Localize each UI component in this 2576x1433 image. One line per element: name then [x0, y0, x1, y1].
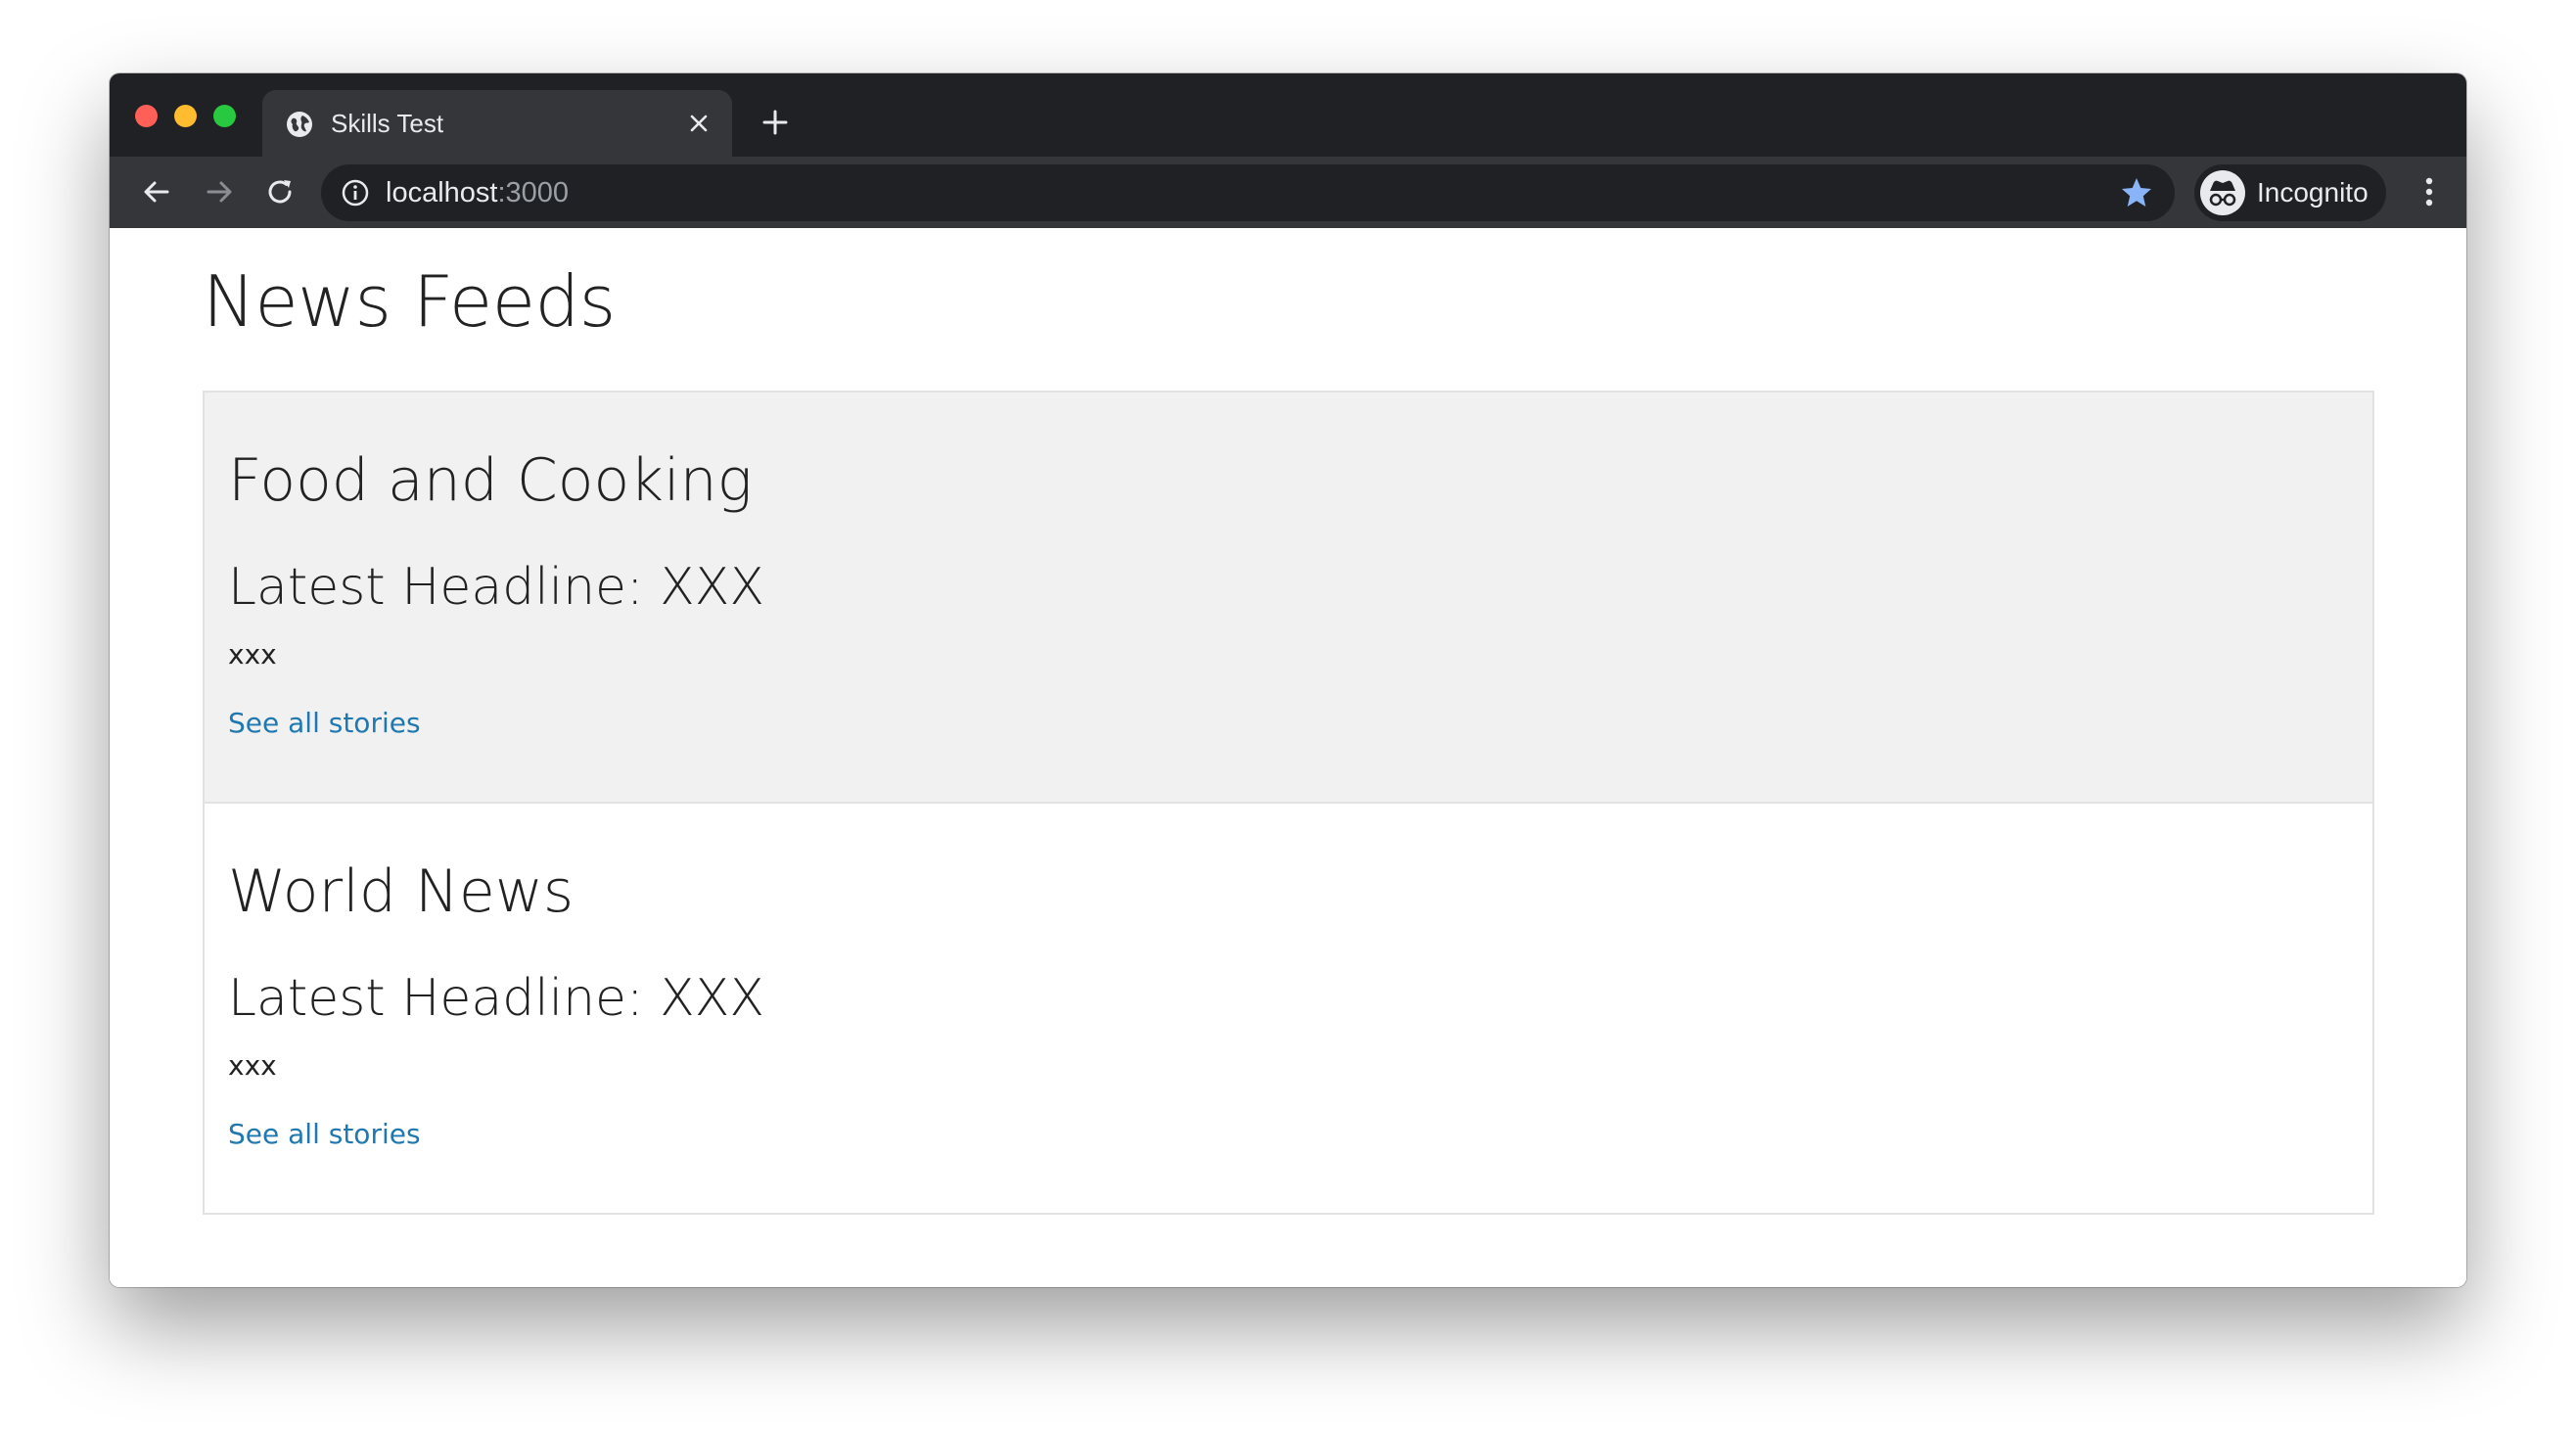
url-host: localhost	[386, 177, 498, 208]
close-icon[interactable]	[681, 106, 716, 141]
reload-icon[interactable]	[258, 170, 301, 213]
incognito-profile-button[interactable]: Incognito	[2194, 164, 2386, 221]
more-vertical-icon[interactable]	[2408, 170, 2451, 213]
page-title: News Feeds	[203, 260, 616, 343]
feed-latest-headline: Latest Headline: XXX	[228, 558, 764, 617]
see-all-stories-link[interactable]: See all stories	[228, 704, 421, 743]
feed-list: Food and Cooking Latest Headline: XXX xx…	[203, 391, 2374, 1215]
feed-summary: xxx	[228, 1049, 277, 1082]
close-window-button[interactable]	[135, 105, 158, 127]
bookmark-star-icon[interactable]	[2120, 176, 2153, 209]
feed-title: Food and Cooking	[228, 446, 753, 515]
feed-summary: xxx	[228, 638, 277, 670]
site-info-icon[interactable]	[341, 178, 370, 208]
browser-toolbar: localhost:3000 Incognito	[110, 157, 2466, 228]
back-arrow-icon[interactable]	[135, 170, 178, 213]
tab-strip: Skills Test	[110, 73, 2466, 157]
new-tab-plus-icon[interactable]	[756, 103, 795, 142]
page-content: News Feeds Food and Cooking Latest Headl…	[110, 228, 2466, 1287]
url-port: :3000	[497, 177, 570, 208]
feed-latest-headline: Latest Headline: XXX	[228, 969, 764, 1028]
maximize-window-button[interactable]	[213, 105, 236, 127]
feed-card-world-news: World News Latest Headline: XXX xxx See …	[205, 802, 2372, 1213]
tab-skills-test[interactable]: Skills Test	[262, 90, 732, 157]
profile-label: Incognito	[2257, 177, 2369, 208]
forward-arrow-icon[interactable]	[198, 170, 241, 213]
globe-icon	[286, 111, 313, 138]
browser-window: Skills Test localhost:3000 Incognito New…	[110, 73, 2466, 1287]
feed-card-food-and-cooking: Food and Cooking Latest Headline: XXX xx…	[205, 393, 2372, 802]
feed-title: World News	[228, 857, 575, 926]
see-all-stories-link[interactable]: See all stories	[228, 1115, 421, 1154]
address-bar[interactable]: localhost:3000	[321, 164, 2175, 221]
url-text: localhost:3000	[386, 176, 569, 209]
minimize-window-button[interactable]	[174, 105, 197, 127]
tab-title: Skills Test	[331, 109, 444, 138]
incognito-icon	[2200, 170, 2245, 215]
